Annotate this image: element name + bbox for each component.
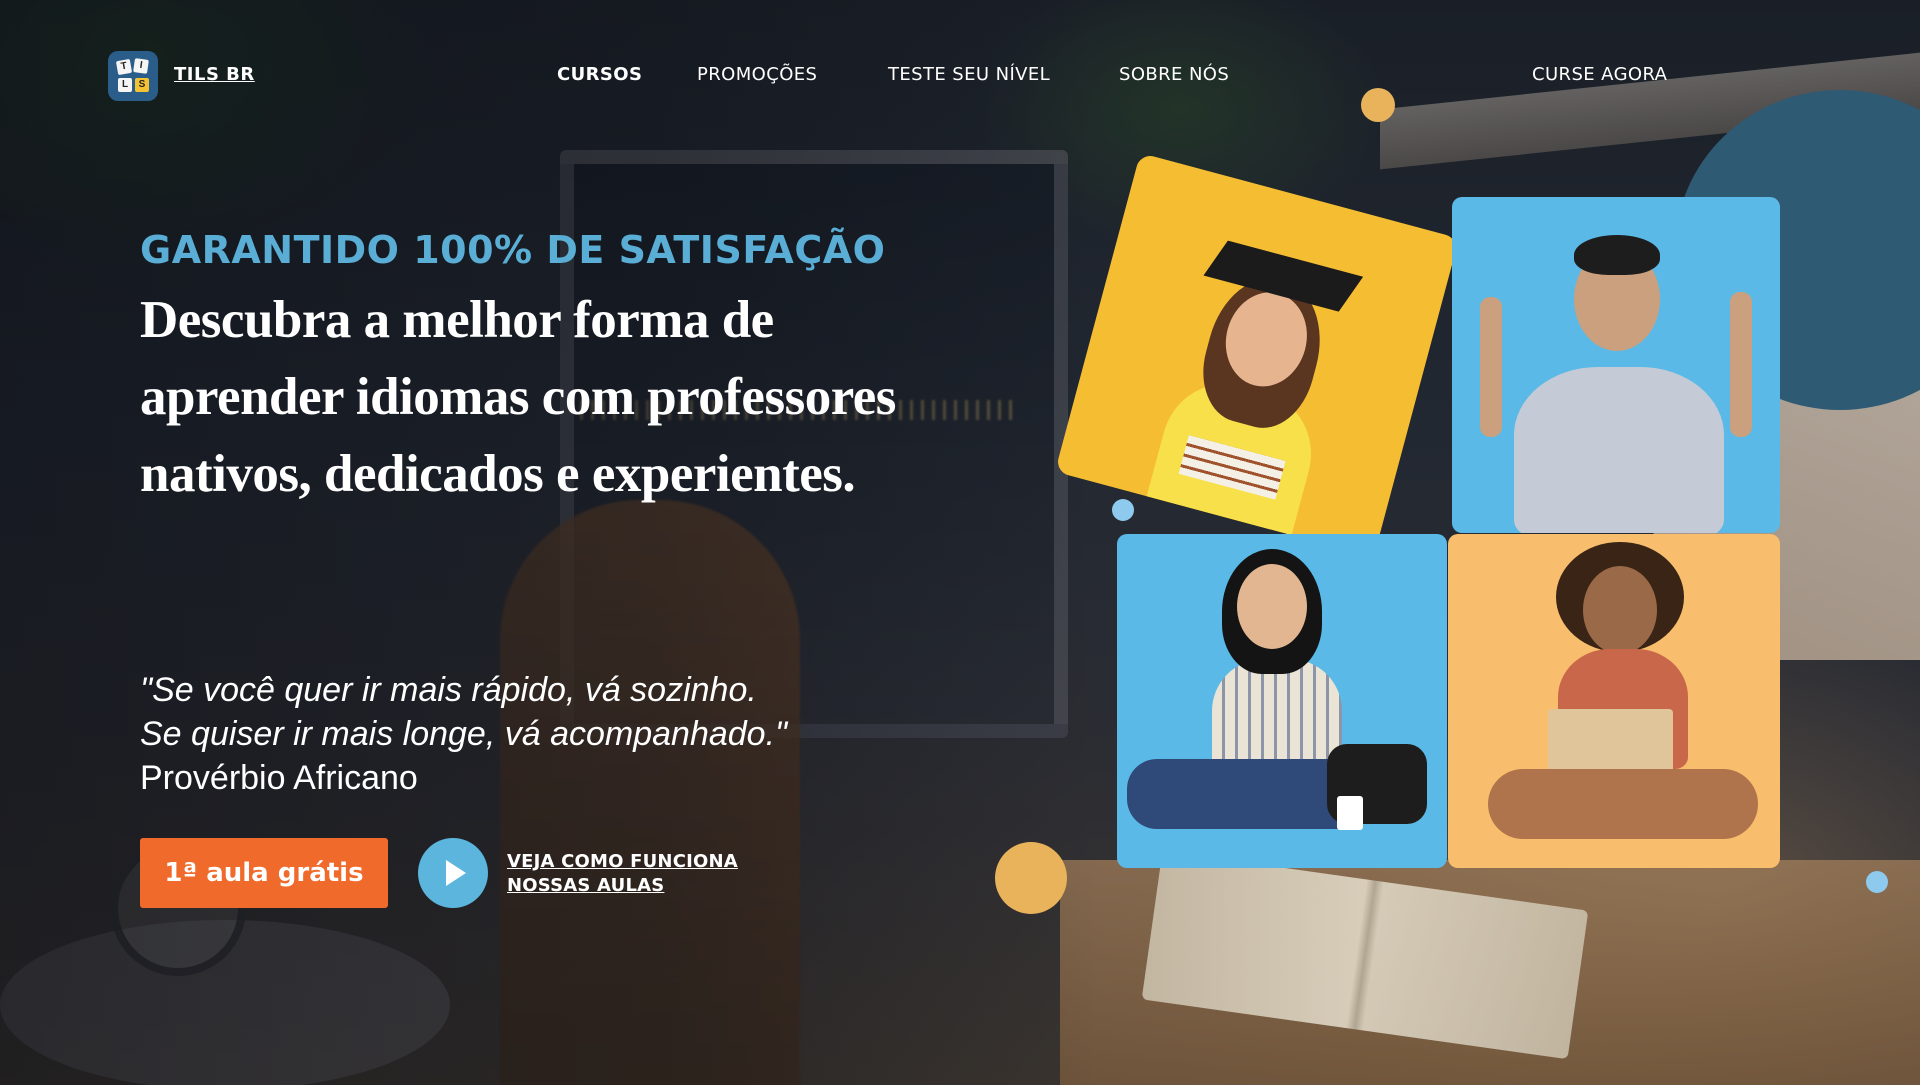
woman-pants [1488, 769, 1758, 839]
logo-tile-l: L [118, 78, 132, 92]
quote-line-2: Se quiser ir mais longe, vá acompanhado.… [140, 715, 788, 753]
photo-girl-with-tablet [1117, 534, 1447, 868]
proverb-quote: "Se você quer ir mais rápido, vá sozinho… [140, 668, 787, 800]
play-video-button[interactable] [418, 838, 488, 908]
man-left-arm [1480, 297, 1502, 437]
orange-dot-small [1361, 88, 1395, 122]
orange-dot-large [995, 842, 1067, 914]
curse-agora-link[interactable]: CURSE AGORA [1532, 64, 1667, 85]
nav-sobre-nos[interactable]: SOBRE NÓS [1119, 64, 1229, 85]
quote-line-1: "Se você quer ir mais rápido, vá sozinho… [140, 671, 757, 709]
dark-overlay [0, 0, 1100, 1085]
man-hair [1574, 235, 1660, 275]
girl-face [1237, 564, 1307, 649]
photo-man-pointing [1452, 197, 1780, 533]
mug [1337, 796, 1363, 830]
hero-headline: Descubra a melhor forma de aprender idio… [140, 291, 896, 503]
play-icon [446, 860, 466, 886]
quote-author: Provérbio Africano [140, 759, 418, 797]
brand-name[interactable]: TILS BR [174, 64, 255, 85]
logo-tile-s: S [135, 78, 149, 92]
how-link-line-1: VEJA COMO FUNCIONA [507, 851, 738, 872]
nav-teste-seu-nivel[interactable]: TESTE SEU NÍVEL [888, 64, 1050, 85]
man-shirt [1514, 367, 1724, 533]
how-it-works-link[interactable]: VEJA COMO FUNCIONA NOSSAS AULAS [507, 850, 738, 898]
nav-promocoes[interactable]: PROMOÇÕES [697, 64, 817, 85]
woman-face [1583, 566, 1657, 654]
blue-dot-small [1112, 499, 1134, 521]
nav-cursos[interactable]: CURSOS [557, 64, 642, 85]
photo-woman-with-laptop [1448, 534, 1780, 868]
blue-dot-right [1866, 871, 1888, 893]
tils-logo-icon[interactable]: T I L S [108, 51, 158, 101]
logo-tile-i: I [133, 58, 149, 74]
man-right-arm [1730, 292, 1752, 437]
free-lesson-button[interactable]: 1ª aula grátis [140, 838, 388, 908]
logo-tile-t: T [115, 58, 133, 76]
how-link-line-2: NOSSAS AULAS [507, 875, 665, 896]
satisfaction-tagline: GARANTIDO 100% DE SATISFAÇÃO [140, 228, 886, 272]
